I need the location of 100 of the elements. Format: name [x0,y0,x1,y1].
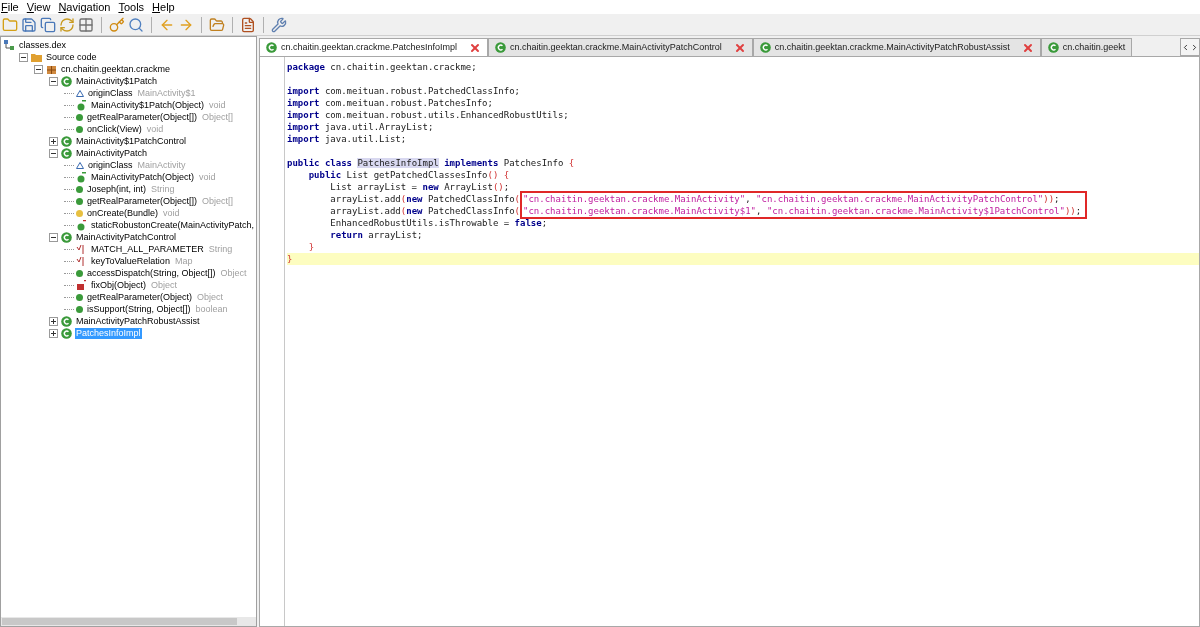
document-icon[interactable] [240,16,256,33]
menu-item[interactable]: Navigation [58,0,111,14]
key-icon[interactable] [109,16,125,33]
tree-item[interactable]: classes.dex [18,39,68,51]
code-line: public List getPatchedClassesInfo() { [307,169,511,181]
tree-item[interactable]: MainActivityPatch(Object) [90,171,196,183]
type-label: void [199,171,216,183]
collapse-icon[interactable] [49,232,58,242]
expand-icon[interactable] [49,328,58,338]
tree-item[interactable]: staticRobustonCreate(MainActivityPatch, [90,219,256,231]
tree-item[interactable]: MainActivity$1Patch(Object) [90,99,206,111]
menu-item[interactable]: Help [152,0,175,14]
tree-item[interactable]: MainActivityPatch [75,147,149,159]
package-icon [46,63,57,75]
tree-item[interactable]: onCreate(Bundle) [86,207,160,219]
class-icon [61,231,72,243]
tree-item[interactable]: MainActivity$1PatchControl [75,135,188,147]
type-label: void [163,207,180,219]
class-icon [61,327,72,339]
code-line: List arrayList = new ArrayList(); [329,181,511,193]
tree-item[interactable]: Source code [45,51,98,63]
tree-item[interactable]: MainActivityPatchRobustAssist [75,315,201,327]
wrench-icon[interactable] [271,16,287,33]
menu-item[interactable]: Tools [118,0,145,14]
triangle-icon [76,89,84,97]
save-icon[interactable] [21,16,37,33]
code-line: package cn.chaitin.geektan.crackme; [287,61,478,73]
close-icon[interactable] [469,41,482,54]
type-label: Map [174,255,193,267]
tree-item[interactable]: isSupport(String, Object[]) [86,303,192,315]
search-icon[interactable] [128,16,144,33]
tree-item[interactable]: MATCH_ALL_PARAMETER [90,243,205,255]
close-icon[interactable] [733,41,746,54]
class-icon [61,135,72,147]
tree-item[interactable]: keyToValueRelation [90,255,171,267]
class-icon [266,42,277,53]
class-icon [61,315,72,327]
type-label: String [151,183,175,195]
type-label: Object [151,279,178,291]
type-label: MainActivity [137,159,186,171]
tree-item[interactable]: cn.chaitin.geektan.crackme [60,63,172,75]
copy-icon[interactable] [40,16,56,33]
type-label: Object [197,291,224,303]
tree-item[interactable]: onClick(View) [86,123,143,135]
tab-scroll-buttons[interactable] [1180,38,1200,56]
class-icon [61,147,72,159]
editor-tab[interactable]: cn.chaitin.geektan.crackme.PatchesInfoImpl [259,38,489,56]
code-line: import java.util.List; [287,133,408,145]
editor-tab[interactable]: cn.chaitin.geektan.crackme.MainActivityPatchRobustAssist [752,38,1041,56]
code-line: arrayList.add(new PatchedClassInfo( [329,193,521,205]
expand-icon[interactable] [49,136,58,146]
type-label: Object [220,267,247,279]
method-icon [76,269,83,277]
folder-icon [31,51,42,63]
type-label: void [209,99,226,111]
code-line: "cn.chaitin.geektan.crackme.MainActivity", "cn.chaitin.geektan.crackme.MainActivityPatchControl")); [523,193,1061,205]
tree-item[interactable]: originClass [87,159,134,171]
code-line: public class PatchesInfoImpl implements PatchesInfo { [287,157,576,169]
expand-icon[interactable] [49,316,58,326]
static-field-icon [76,243,87,255]
method-icon [76,99,87,111]
class-icon [759,42,771,53]
collapse-icon[interactable] [19,52,28,62]
tree-item[interactable]: getRealParameter(Object[]) [86,111,199,123]
tree-item[interactable]: originClass [87,87,134,99]
hierarchy-icon [4,39,15,51]
type-label: Object[] [202,111,234,123]
editor-tab[interactable]: cn.chaitin.geekt [1040,38,1133,56]
code-line: EnhancedRobustUtils.isThrowable = false; [329,217,549,229]
tree-item[interactable]: MainActivityPatchControl [75,231,178,243]
type-label: String [208,243,233,255]
tree-item[interactable]: MainActivity$1Patch [75,75,159,87]
type-label: MainActivity$1 [137,87,196,99]
open-folder-icon[interactable] [209,16,225,33]
tree-item[interactable]: fixObj(Object) [90,279,147,291]
tree-item[interactable]: accessDispatch(String, Object[]) [86,267,217,279]
code-line: import com.meituan.robust.utils.EnhancedRobustUtils; [287,109,570,121]
tree-item[interactable]: getRealParameter(Object[]) [86,195,199,207]
scrollbar[interactable] [1,617,256,626]
code-line: import java.util.ArrayList; [287,121,435,133]
folder-icon[interactable] [2,16,18,33]
collapse-icon[interactable] [34,64,43,74]
editor-tab[interactable]: cn.chaitin.geektan.crackme.MainActivityPatchControl [488,38,753,56]
grid-icon[interactable] [78,16,94,33]
code-line: } [307,241,316,253]
static-method-icon [76,279,87,291]
menu-item[interactable]: File [1,0,19,14]
menu-item[interactable]: View [26,0,51,14]
tree-item[interactable]: getRealParameter(Object) [86,291,194,303]
collapse-icon[interactable] [49,148,58,158]
sync-icon[interactable] [59,16,75,33]
code-line: return arrayList; [329,229,424,241]
method-icon [76,171,87,183]
tree-item[interactable]: Joseph(int, int) [86,183,148,195]
code-line: "cn.chaitin.geektan.crackme.MainActivity$1", "cn.chaitin.geektan.crackme.MainActivity$1PatchControl")); [523,205,1082,217]
close-icon[interactable] [1021,41,1034,54]
collapse-icon[interactable] [49,76,58,86]
type-label: void [146,123,164,135]
class-icon [61,75,72,87]
static-field-icon [76,255,87,267]
